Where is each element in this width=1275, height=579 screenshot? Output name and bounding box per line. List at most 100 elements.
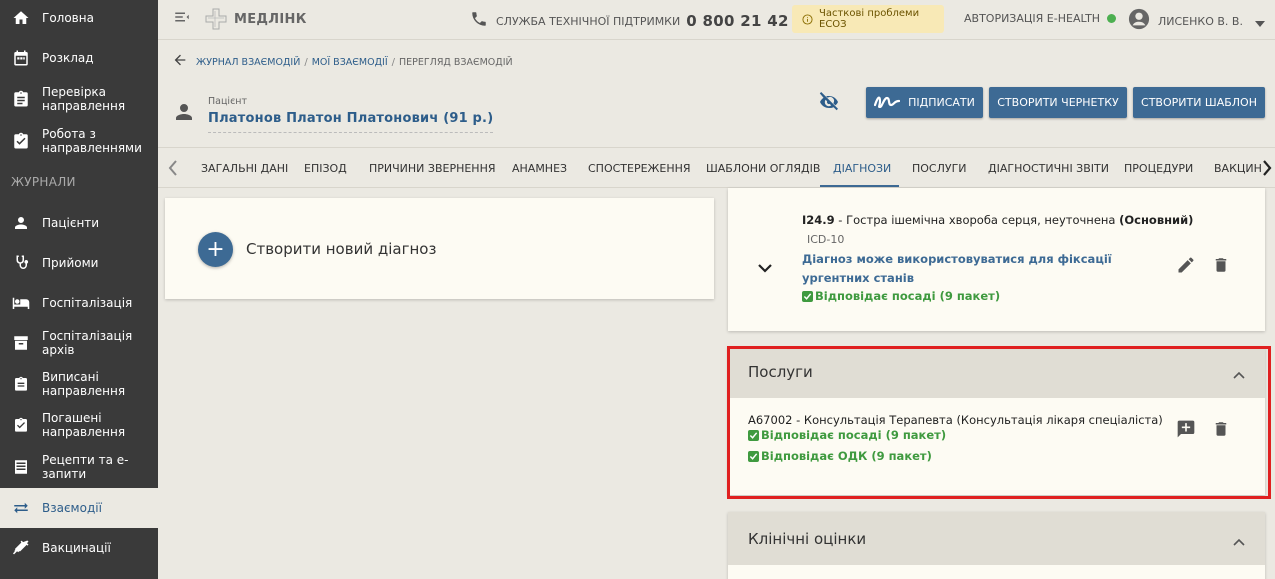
list-icon <box>10 456 32 478</box>
sidebar-item-interactions[interactable]: Взаємодії <box>0 488 158 528</box>
sidebar-item-schedule[interactable]: Розклад <box>0 44 158 72</box>
service-position-match-text: Відповідає посаді (9 пакет) <box>761 428 947 442</box>
service-odk-match-text: Відповідає ОДК (9 пакет) <box>761 449 932 463</box>
expand-chevron-icon[interactable] <box>758 258 772 277</box>
delete-icon[interactable] <box>1212 419 1230 443</box>
tab-reasons[interactable]: ПРИЧИНИ ЗВЕРНЕННЯ <box>369 148 496 187</box>
patient-name[interactable]: Платонов Платон Платонович (91 р.) <box>208 111 494 133</box>
clinical-header[interactable]: Клінічні оцінки <box>728 512 1265 565</box>
sidebar-item-label: Робота з направленнями <box>42 127 142 155</box>
sidebar: Головна Розклад Перевірка направлення Ро… <box>0 0 158 579</box>
service-item: A67002 - Консультація Терапевта (Консуль… <box>748 413 1163 427</box>
create-draft-button[interactable]: СТВОРИТИ ЧЕРНЕТКУ <box>989 87 1127 118</box>
top-bar: МЕДЛІНК СЛУЖБА ТЕХНІЧНОЇ ПІДТРИМКИ 0 800… <box>158 0 1275 40</box>
service-position-match: Відповідає посаді (9 пакет) <box>748 428 946 442</box>
user-name: ЛИСЕНКО В. В. <box>1158 14 1243 28</box>
visibility-off-icon[interactable] <box>815 90 843 118</box>
active-tab-indicator <box>820 185 899 187</box>
breadcrumb-separator: / <box>391 56 395 68</box>
logo: МЕДЛІНК <box>204 7 307 31</box>
sidebar-item-label: Взаємодії <box>42 501 102 515</box>
calendar-icon <box>10 47 32 69</box>
diagnosis-text: - Гостра ішемічна хвороба серця, неуточн… <box>834 213 1120 227</box>
sidebar-item-label: Виписані направлення <box>42 370 126 398</box>
esoz-warning-badge[interactable]: Часткові проблеми ЕСОЗ <box>792 5 944 33</box>
sidebar-item-referral-check[interactable]: Перевірка направлення <box>0 84 158 114</box>
clipboard-out-icon <box>10 373 32 395</box>
home-icon <box>10 7 32 29</box>
services-card: Послуги A67002 - Консультація Терапевта … <box>728 347 1265 495</box>
support-info: СЛУЖБА ТЕХНІЧНОЇ ПІДТРИМКИ 0 800 21 42 0… <box>470 10 816 32</box>
sidebar-item-redeemed-referrals[interactable]: Погашені направлення <box>0 410 158 440</box>
avatar <box>1128 8 1150 34</box>
tab-general[interactable]: ЗАГАЛЬНІ ДАНІ <box>201 148 288 187</box>
sidebar-item-issued-referrals[interactable]: Виписані направлення <box>0 369 158 399</box>
diagnosis-match-text: Відповідає посаді (9 пакет) <box>815 289 1001 303</box>
patient-label: Пацієнт <box>208 96 248 107</box>
logo-text: МЕДЛІНК <box>234 11 307 27</box>
services-title: Послуги <box>748 363 813 381</box>
plus-icon: + <box>206 236 225 262</box>
tab-anamnesis[interactable]: АНАМНЕЗ <box>512 148 567 187</box>
tab-procedures[interactable]: ПРОЦЕДУРИ <box>1124 148 1193 187</box>
add-diagnosis-button[interactable]: + <box>198 232 233 267</box>
person-icon <box>172 100 196 128</box>
tab-diagnostic-reports[interactable]: ДІАГНОСТИЧНІ ЗВІТИ <box>988 148 1109 187</box>
sidebar-item-referral-work[interactable]: Робота з направленнями <box>0 126 158 156</box>
back-arrow-icon[interactable] <box>172 52 188 72</box>
clipboard-done-icon <box>10 414 32 436</box>
sidebar-item-home[interactable]: Головна <box>0 4 158 32</box>
sidebar-item-label: Головна <box>42 11 94 25</box>
tab-episode[interactable]: ЕПІЗОД <box>304 148 347 187</box>
add-comment-icon[interactable] <box>1176 419 1196 443</box>
tabs-scroll-right-icon[interactable] <box>1262 160 1275 180</box>
bed-icon <box>10 292 32 314</box>
diagnosis-code: I24.9 <box>802 213 835 227</box>
checkbox-checked-icon <box>802 290 813 302</box>
sidebar-item-appointments[interactable]: Прийоми <box>0 249 158 277</box>
sidebar-item-vaccinations[interactable]: Вакцинації <box>0 534 158 562</box>
breadcrumb-current: ПЕРЕГЛЯД ВЗАЄМОДІЙ <box>399 56 513 68</box>
tab-services[interactable]: ПОСЛУГИ <box>912 148 967 187</box>
support-label: СЛУЖБА ТЕХНІЧНОЇ ПІДТРИМКИ <box>496 14 681 28</box>
info-icon <box>802 10 813 29</box>
breadcrumb: ЖУРНАЛ ВЗАЄМОДІЙ / МОЇ ВЗАЄМОДІЇ / ПЕРЕГ… <box>172 52 513 72</box>
tab-diagnoses[interactable]: ДІАГНОЗИ <box>833 148 891 187</box>
breadcrumb-link-journal[interactable]: ЖУРНАЛ ВЗАЄМОДІЙ <box>196 57 300 68</box>
user-menu[interactable]: ЛИСЕНКО В. В. <box>1128 8 1265 34</box>
services-header[interactable]: Послуги <box>728 347 1265 398</box>
clipboard-icon <box>10 130 32 152</box>
collapse-chevron-icon[interactable] <box>1233 531 1245 550</box>
edit-icon[interactable] <box>1176 255 1196 279</box>
sidebar-item-hospitalization-archive[interactable]: Госпіталізація архів <box>0 329 158 357</box>
sidebar-item-label: Госпіталізація <box>42 296 133 310</box>
delete-icon[interactable] <box>1212 255 1230 279</box>
clinical-assessments-card: Клінічні оцінки <box>728 512 1265 579</box>
tab-observations[interactable]: СПОСТЕРЕЖЕННЯ <box>588 148 691 187</box>
sidebar-item-label: Рецепти та е-запити <box>42 453 129 481</box>
tab-exam-templates[interactable]: ШАБЛОНИ ОГЛЯДІВ <box>706 148 820 187</box>
create-diagnosis-card[interactable]: + Створити новий діагноз <box>165 198 714 299</box>
create-diagnosis-label: Створити новий діагноз <box>246 240 437 258</box>
stethoscope-icon <box>10 252 32 274</box>
tab-vaccines[interactable]: ВАКЦИН <box>1214 148 1262 187</box>
logo-cross-icon <box>205 8 227 30</box>
sidebar-item-hospitalization[interactable]: Госпіталізація <box>0 289 158 317</box>
sign-button[interactable]: ПІДПИСАТИ <box>866 87 983 118</box>
diagnosis-type: (Основний) <box>1119 213 1194 227</box>
ehealth-label: АВТОРИЗАЦІЯ E-HEALTH <box>964 12 1101 25</box>
sidebar-item-prescriptions[interactable]: Рецепти та е-запити <box>0 452 158 482</box>
menu-collapse-icon[interactable] <box>172 8 192 30</box>
archive-icon <box>10 332 32 354</box>
collapse-chevron-icon[interactable] <box>1233 364 1245 383</box>
checkbox-checked-icon <box>748 429 759 441</box>
diagnosis-urgent-note: Діагноз може використовуватися для фікса… <box>802 252 1112 285</box>
tabs-scroll-left-icon[interactable] <box>168 160 178 180</box>
create-template-button[interactable]: СТВОРИТИ ШАБЛОН <box>1133 87 1265 118</box>
ehealth-status[interactable]: АВТОРИЗАЦІЯ E-HEALTH <box>964 12 1117 25</box>
clinical-title: Клінічні оцінки <box>748 530 867 548</box>
signature-icon <box>874 94 901 111</box>
sidebar-item-patients[interactable]: Пацієнти <box>0 209 158 237</box>
breadcrumb-link-my-interactions[interactable]: МОЇ ВЗАЄМОДІЇ <box>312 57 388 68</box>
phone-icon <box>470 10 488 32</box>
